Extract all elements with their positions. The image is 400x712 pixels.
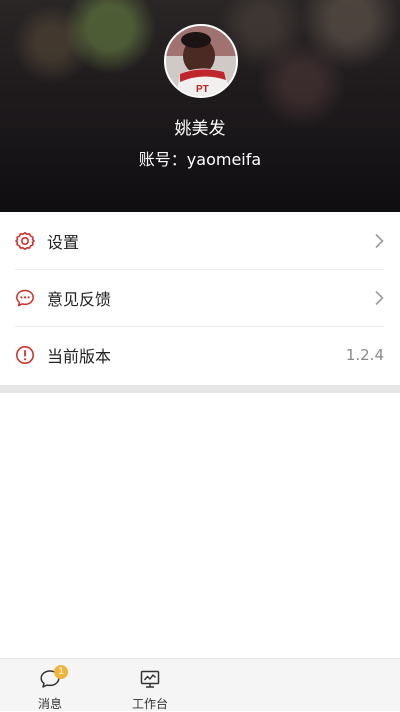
chevron-right-icon (374, 290, 384, 306)
menu-item-settings[interactable]: 设置 (0, 212, 400, 269)
tab-label: 工作台 (131, 697, 168, 711)
avatar[interactable]: PT (164, 24, 238, 98)
profile-header: PT 姚美发 账号：yaomeifa (0, 0, 400, 212)
chevron-right-icon (374, 233, 384, 249)
unread-badge: 1 (54, 665, 68, 679)
menu-item-label: 设置 (47, 232, 80, 252)
menu-item-label: 当前版本 (47, 346, 112, 366)
profile-account: 账号：yaomeifa (138, 150, 262, 169)
section-divider (0, 385, 400, 393)
profile-name: 姚美发 (174, 119, 226, 139)
tab-label: 消息 (37, 697, 62, 711)
svg-text:PT: PT (196, 84, 209, 95)
bottom-tab-bar: 1 消息 工作台 (0, 658, 400, 711)
tab-workbench[interactable]: 工作台 (100, 659, 200, 712)
menu-item-feedback[interactable]: 意见反馈 (0, 269, 400, 326)
avatar-photo: PT (166, 26, 236, 96)
menu-item-label: 意见反馈 (47, 289, 112, 309)
gear-icon (15, 231, 35, 251)
settings-menu: 设置 意见反馈 当前版本 1.2.4 (0, 212, 400, 383)
chat-bubble-dots-icon (15, 288, 35, 308)
menu-item-version: 当前版本 1.2.4 (0, 326, 400, 383)
version-value: 1.2.4 (345, 345, 384, 364)
tab-messages[interactable]: 1 消息 (0, 659, 100, 712)
monitor-chart-icon (139, 669, 161, 689)
info-circle-icon (15, 345, 35, 365)
